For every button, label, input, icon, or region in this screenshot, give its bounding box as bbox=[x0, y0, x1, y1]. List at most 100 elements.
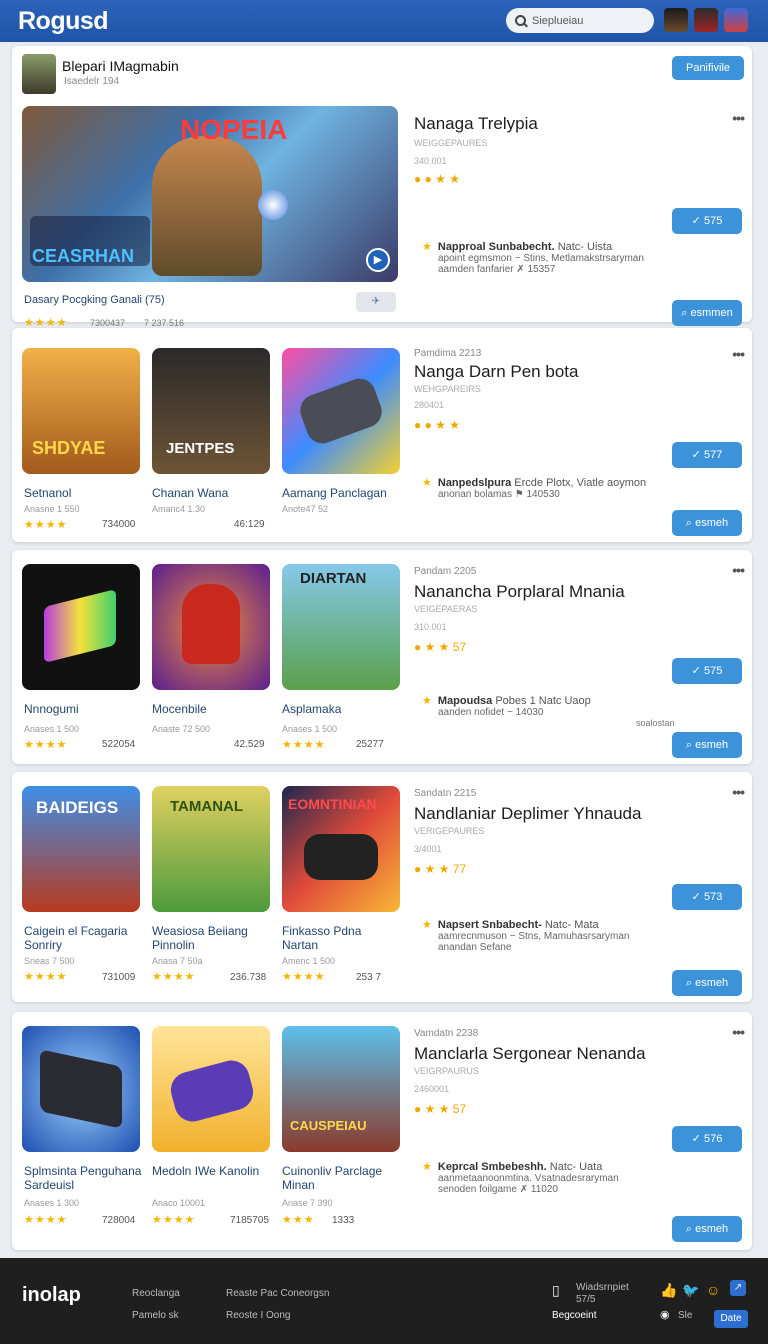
side-title: Nanaga Trelypia bbox=[414, 114, 538, 133]
game-count: 25277 bbox=[356, 739, 384, 750]
review-count: 7 237.516 bbox=[144, 318, 185, 328]
controller-icon bbox=[166, 1056, 258, 1126]
reviewer-name: Nanpedslpura bbox=[437, 477, 512, 489]
more-icon[interactable]: ••• bbox=[732, 562, 745, 578]
game-meta: Sneas 7 500 bbox=[24, 956, 75, 966]
footer-logo[interactable]: inolap bbox=[22, 1284, 81, 1307]
search-input[interactable]: Sieplueiau bbox=[506, 8, 654, 33]
game-tile[interactable] bbox=[282, 348, 400, 474]
footer-link[interactable]: Reoclanga bbox=[132, 1288, 180, 1299]
game-tile[interactable] bbox=[152, 564, 270, 690]
avatar[interactable] bbox=[724, 8, 748, 32]
footer-link[interactable]: Reoste I Oong bbox=[226, 1310, 290, 1321]
share-icon[interactable]: ↗ bbox=[730, 1280, 746, 1296]
game-tile[interactable]: CAUSPEIAU bbox=[282, 1026, 400, 1152]
side-kicker: Pandam 2205 bbox=[414, 566, 477, 577]
install-button[interactable]: ✓ 577 bbox=[672, 442, 742, 468]
more-icon[interactable]: ••• bbox=[732, 110, 745, 126]
footer-link[interactable]: Reaste Pac Coneorgsn bbox=[226, 1288, 329, 1299]
game-poster-text: DIARTAN bbox=[300, 570, 367, 587]
more-icon[interactable]: ••• bbox=[732, 1024, 745, 1040]
open-button[interactable]: ⌕ esmeh bbox=[672, 732, 742, 758]
banner-subtitle: CEASRHAN bbox=[32, 246, 135, 266]
profile-avatar[interactable] bbox=[22, 54, 56, 94]
game-name[interactable]: Asplamaka bbox=[282, 702, 341, 716]
like-icon[interactable]: 👍 bbox=[660, 1282, 677, 1299]
game-name[interactable]: Aamang Panclagan bbox=[282, 486, 387, 500]
game-count: 46:129 bbox=[234, 519, 265, 530]
game-name[interactable]: Splmsinta Penguhana Sardeuisl bbox=[24, 1164, 142, 1192]
game-tile[interactable] bbox=[22, 1026, 140, 1152]
emoji-icon[interactable]: ☺ bbox=[706, 1282, 720, 1298]
open-button[interactable]: ⌕ esmmen bbox=[672, 300, 742, 326]
game-name[interactable]: Finkasso Pdna Nartan bbox=[282, 924, 398, 952]
avatar[interactable] bbox=[694, 8, 718, 32]
game-name[interactable]: Weasiosa Beiiang Pinnolin bbox=[152, 924, 268, 952]
install-button[interactable]: ✓ 575 bbox=[672, 208, 742, 234]
game-tile[interactable] bbox=[22, 564, 140, 690]
reviewer-name: Napproal Sunbabecht. bbox=[437, 241, 555, 253]
reviewer-name: Mapoudsa bbox=[437, 695, 493, 707]
coin-icons: ● ★ ★ 57 bbox=[414, 640, 467, 654]
game-name[interactable]: Medoln IWe Kanolin bbox=[152, 1164, 270, 1178]
game-name[interactable]: Caigein el Fcagaria Sonriry bbox=[24, 924, 140, 952]
game-row-card: CAUSPEIAU Splmsinta Penguhana Sardeuisl … bbox=[12, 1012, 752, 1250]
game-meta: Anases 1 500 bbox=[282, 724, 338, 734]
footer-link[interactable]: Pamelo sk bbox=[132, 1310, 179, 1321]
open-button[interactable]: ⌕ esmeh bbox=[672, 1216, 742, 1242]
game-meta: Anasa 7 50a bbox=[152, 956, 203, 966]
game-name[interactable]: Setnanol bbox=[24, 486, 71, 500]
game-name[interactable]: Cuinonliv Parclage Minan bbox=[282, 1164, 400, 1192]
footer-app-text[interactable]: Wiadsrnpiet bbox=[576, 1282, 629, 1293]
side-kicker: Sandatn 2215 bbox=[414, 788, 477, 799]
review-tag: Natc- Mata bbox=[544, 919, 599, 931]
side-number: 310.001 bbox=[414, 622, 447, 632]
install-button[interactable]: ✓ 576 bbox=[672, 1126, 742, 1152]
play-button[interactable]: ▶ bbox=[366, 248, 390, 272]
reviewer-name: Keprcal Smbebeshh. bbox=[437, 1161, 547, 1173]
review-snippet: ★ Nanpedslpura Ercde Plotx, Viatle aoymon… bbox=[422, 476, 682, 500]
game-tile[interactable] bbox=[152, 1026, 270, 1152]
game-tile[interactable]: SHDYAE bbox=[22, 348, 140, 474]
language-label[interactable]: Sle bbox=[678, 1310, 692, 1321]
game-count: 236.738 bbox=[230, 972, 267, 983]
review-line: apoint egmsmon − Stins, Metlamakstrsarym… bbox=[438, 253, 644, 264]
date-badge[interactable]: Date bbox=[714, 1310, 748, 1328]
banner-caption[interactable]: Dasary Pocgking Ganali (75) bbox=[24, 294, 165, 306]
review-line: anonan bolamas ⚑ 140530 bbox=[438, 489, 560, 500]
game-name[interactable]: Mocenbile bbox=[152, 702, 207, 716]
open-button[interactable]: ⌕ esmeh bbox=[672, 970, 742, 996]
review-snippet: ★ Keprcal Smbebeshh. Natc- Uata aanmetaan… bbox=[422, 1160, 682, 1195]
avatar[interactable] bbox=[664, 8, 688, 32]
game-count: 734000 bbox=[102, 519, 136, 530]
game-tile[interactable]: JENTPES bbox=[152, 348, 270, 474]
side-number: 3/4001 bbox=[414, 844, 442, 854]
featured-banner[interactable]: NOPEIA CEASRHAN ▶ bbox=[22, 106, 398, 282]
search-icon bbox=[515, 15, 526, 26]
footer-bottom-label[interactable]: Begcoeint bbox=[552, 1310, 596, 1321]
game-meta: Anases 1 500 bbox=[24, 724, 80, 734]
game-name[interactable]: Chanan Wana bbox=[152, 486, 228, 500]
game-tile[interactable]: TAMANAL bbox=[152, 786, 270, 912]
share-button[interactable]: ✈ bbox=[356, 292, 396, 312]
game-tile[interactable]: DIARTAN bbox=[282, 564, 400, 690]
open-button[interactable]: ⌕ esmeh bbox=[672, 510, 742, 536]
side-panel: Pandam 2205 Nanancha Porplaral Mnania VE… bbox=[414, 562, 750, 768]
brand-logo[interactable]: Rogusd bbox=[18, 7, 109, 36]
twitter-icon[interactable]: 🐦 bbox=[682, 1282, 699, 1299]
game-meta: Amenc 1 500 bbox=[282, 956, 336, 966]
game-poster-text: SHDYAE bbox=[32, 438, 106, 458]
install-button[interactable]: ✓ 573 bbox=[672, 884, 742, 910]
side-subtitle: VEIGRPAURUS bbox=[414, 1066, 479, 1076]
more-icon[interactable]: ••• bbox=[732, 346, 745, 362]
review-line: aamrecnmuson − Stns, Mamuhasrsaryman bbox=[438, 931, 630, 942]
more-icon[interactable]: ••• bbox=[732, 784, 745, 800]
side-number: 2460001 bbox=[414, 1084, 450, 1094]
search-placeholder: Sieplueiau bbox=[532, 14, 584, 27]
game-name[interactable]: Nnnogumi bbox=[24, 702, 79, 716]
footer-app-sub: 57/5 bbox=[576, 1294, 596, 1305]
game-count: 7185705 bbox=[230, 1215, 269, 1226]
install-button[interactable]: ✓ 575 bbox=[672, 658, 742, 684]
game-tile[interactable]: BAIDEIGS bbox=[22, 786, 140, 912]
game-tile[interactable]: EOMNTINIAN bbox=[282, 786, 400, 912]
